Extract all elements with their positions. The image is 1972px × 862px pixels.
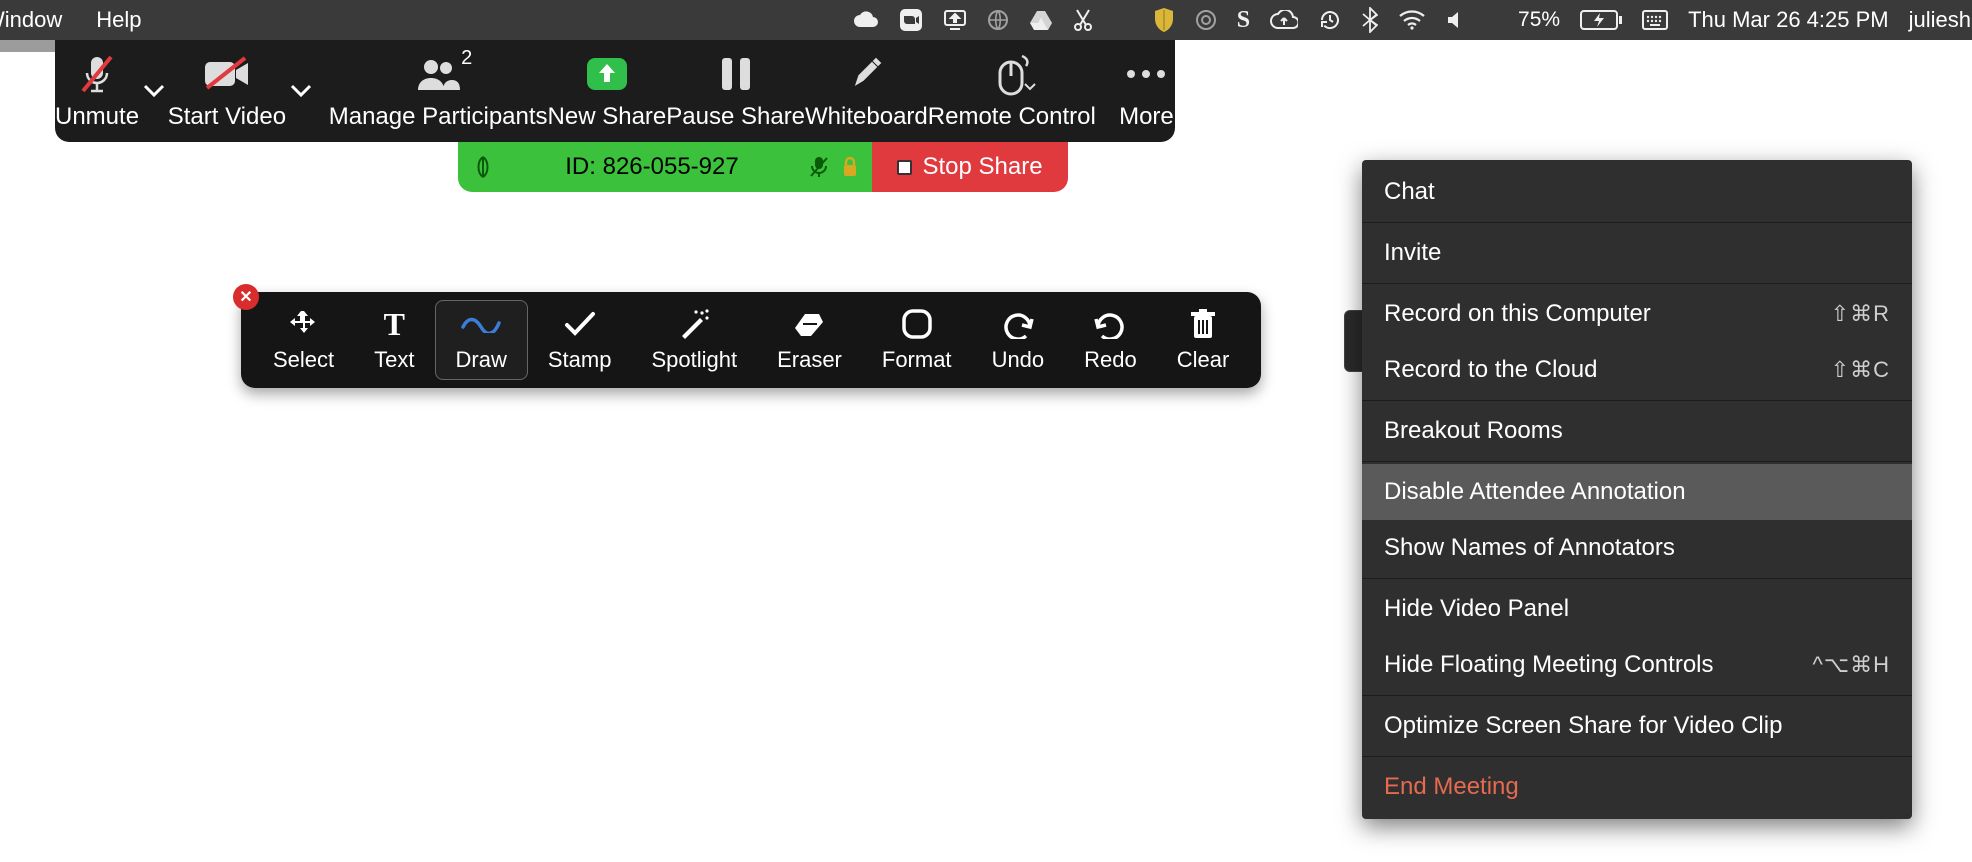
bluetooth-icon[interactable]: [1362, 7, 1378, 33]
annotation-eraser-button[interactable]: Eraser: [757, 300, 862, 380]
menu-window[interactable]: Window: [0, 1, 66, 39]
pencil-icon: [848, 55, 884, 93]
microphone-muted-icon: [77, 53, 117, 95]
menu-invite[interactable]: Invite: [1362, 225, 1912, 281]
zoom-meeting-toolbar: Unmute Start Video 2 Manage Participants…: [55, 40, 1175, 142]
manage-participants-button[interactable]: 2 Manage Participants: [329, 40, 548, 142]
menu-optimize-video-clip[interactable]: Optimize Screen Share for Video Clip: [1362, 698, 1912, 754]
mac-menubar: Window Help S 75% Thu Mar 26 4:25 PM jul…: [0, 0, 1972, 40]
pause-icon: [718, 55, 754, 93]
participants-count-badge: 2: [461, 47, 472, 70]
share-screen-icon: [583, 54, 631, 94]
window-titlebar-fragment: [0, 40, 55, 52]
mac-status-tray: S 75% Thu Mar 26 4:25 PM juliesh: [853, 7, 1972, 34]
share-status-bar: ID: 826-055-927 Stop Share: [458, 142, 1068, 192]
annotation-format-button[interactable]: Format: [862, 300, 972, 380]
battery-percent: 75%: [1518, 8, 1560, 32]
close-icon: ✕: [239, 287, 252, 307]
shield-icon[interactable]: [1153, 7, 1175, 33]
pause-share-button[interactable]: Pause Share: [666, 40, 805, 142]
more-horizontal-icon: [1124, 67, 1168, 81]
menu-record-cloud[interactable]: Record to the Cloud ⇧⌘C: [1362, 342, 1912, 398]
drive-icon[interactable]: [1029, 9, 1053, 31]
annotation-draw-button[interactable]: Draw: [435, 300, 528, 380]
battery-charging-icon[interactable]: [1580, 10, 1622, 30]
volume-icon[interactable]: [1446, 9, 1464, 31]
annotation-redo-button[interactable]: Redo: [1064, 300, 1157, 380]
more-dropdown-menu: Chat Invite Record on this Computer ⇧⌘R …: [1362, 160, 1912, 819]
trash-icon: [1189, 307, 1217, 341]
menu-disable-attendee-annotation[interactable]: Disable Attendee Annotation: [1362, 464, 1912, 520]
wifi-icon[interactable]: [1398, 10, 1426, 30]
zoom-tray-icon[interactable]: [899, 8, 923, 32]
menu-end-meeting[interactable]: End Meeting: [1362, 759, 1912, 815]
text-icon: T: [384, 307, 405, 341]
cloud-upload-icon[interactable]: [1270, 10, 1298, 30]
mac-app-menu: Window Help: [0, 1, 146, 39]
broadcast-icon: [472, 155, 494, 179]
whiteboard-button[interactable]: Whiteboard: [805, 40, 928, 142]
annotation-text-button[interactable]: T Text: [354, 300, 434, 380]
shortcut-label: ⇧⌘C: [1831, 357, 1890, 383]
video-off-icon: [202, 56, 252, 92]
meeting-id-panel[interactable]: ID: 826-055-927: [458, 142, 872, 192]
lock-icon: [842, 157, 858, 177]
checkmark-icon: [564, 307, 596, 341]
shortcut-label: ⇧⌘R: [1831, 301, 1890, 327]
audio-options-chevron-icon[interactable]: [141, 72, 168, 110]
annotation-select-button[interactable]: Select: [253, 300, 354, 380]
move-icon: [289, 307, 319, 341]
magic-wand-icon: [678, 307, 710, 341]
menu-hide-video-panel[interactable]: Hide Video Panel: [1362, 581, 1912, 637]
annotation-undo-button[interactable]: Undo: [972, 300, 1065, 380]
video-options-chevron-icon[interactable]: [288, 72, 315, 110]
annotation-clear-button[interactable]: Clear: [1157, 300, 1250, 380]
menu-chat[interactable]: Chat: [1362, 164, 1912, 220]
annotation-toolbar: ✕ Select T Text Draw Stamp Spotlight Era…: [241, 292, 1261, 388]
eraser-icon: [793, 307, 825, 341]
s-app-icon[interactable]: S: [1237, 7, 1250, 34]
start-video-button[interactable]: Start Video: [168, 40, 286, 142]
shortcut-label: ^⌥⌘H: [1812, 652, 1890, 678]
annotation-stamp-button[interactable]: Stamp: [528, 300, 632, 380]
menu-breakout-rooms[interactable]: Breakout Rooms: [1362, 403, 1912, 459]
cloud-icon[interactable]: [853, 11, 879, 29]
chevron-down-icon: [1024, 83, 1036, 91]
meeting-id-text: ID: 826-055-927: [508, 153, 796, 181]
screen-share-tray-icon[interactable]: [943, 9, 967, 31]
stop-share-button[interactable]: Stop Share: [872, 142, 1068, 192]
menu-record-local[interactable]: Record on this Computer ⇧⌘R: [1362, 286, 1912, 342]
microphone-muted-small-icon: [810, 156, 828, 178]
menubar-user[interactable]: juliesh: [1909, 7, 1971, 33]
scissors-icon[interactable]: [1073, 8, 1093, 32]
menu-show-names-annotators[interactable]: Show Names of Annotators: [1362, 520, 1912, 576]
remote-control-button[interactable]: Remote Control: [928, 40, 1096, 142]
menubar-clock[interactable]: Thu Mar 26 4:25 PM: [1688, 7, 1889, 33]
more-button[interactable]: More: [1118, 40, 1175, 142]
unmute-button[interactable]: Unmute: [55, 40, 139, 142]
target-icon[interactable]: [1195, 9, 1217, 31]
new-share-button[interactable]: New Share: [548, 40, 667, 142]
redo-icon: [1094, 307, 1126, 341]
undo-icon: [1002, 307, 1034, 341]
rounded-square-icon: [901, 307, 933, 341]
draw-wave-icon: [461, 307, 501, 341]
participants-icon: [415, 56, 461, 92]
stop-icon: [897, 160, 912, 175]
menu-help[interactable]: Help: [92, 1, 145, 39]
close-annotation-toolbar-button[interactable]: ✕: [233, 284, 259, 310]
time-machine-icon[interactable]: [1318, 8, 1342, 32]
globe-icon[interactable]: [987, 9, 1009, 31]
keyboard-viewer-icon[interactable]: [1642, 10, 1668, 30]
annotation-spotlight-button[interactable]: Spotlight: [631, 300, 757, 380]
menu-hide-floating-controls[interactable]: Hide Floating Meeting Controls ^⌥⌘H: [1362, 637, 1912, 693]
